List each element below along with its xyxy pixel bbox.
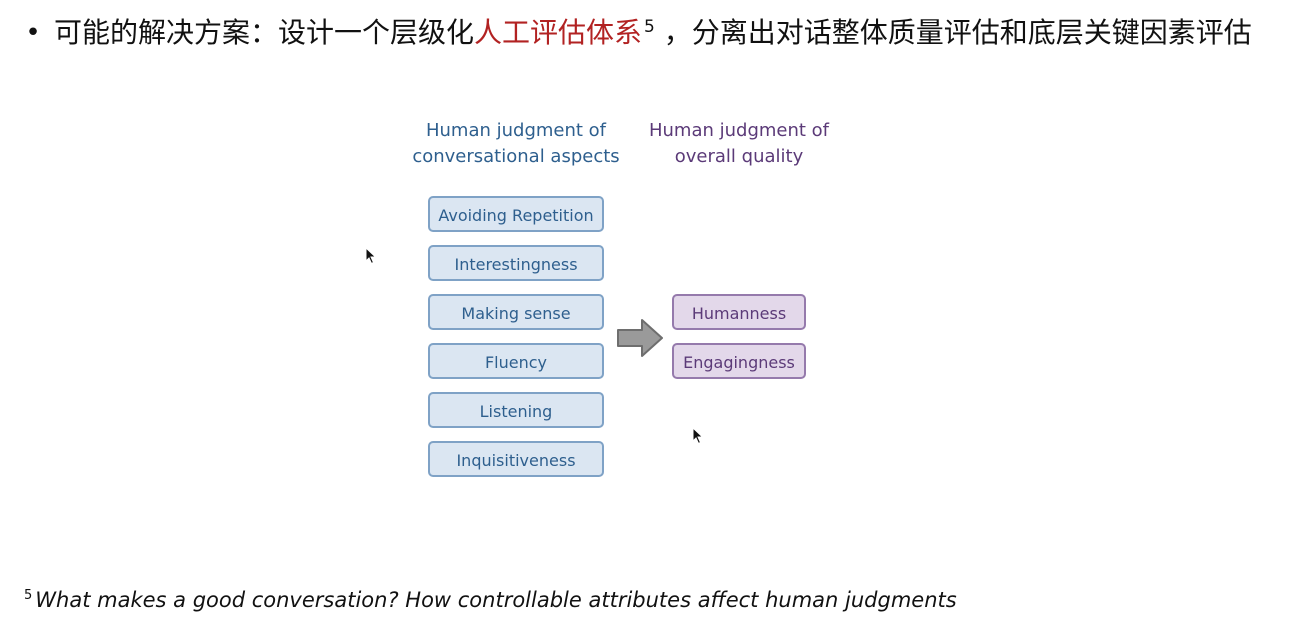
bullet-text-after: ，分离出对话整体质量评估和底层关键因素评估 (654, 16, 1252, 49)
footnote-ref: 5 (644, 16, 655, 37)
mouse-pointer-icon (365, 247, 377, 265)
aspect-box: Making sense (428, 294, 604, 330)
bullet-highlight: 人工评估体系 (474, 16, 643, 49)
quality-box: Engagingness (672, 343, 806, 379)
footnote-text: What makes a good conversation? How cont… (35, 588, 957, 612)
aspect-box: Interestingness (428, 245, 604, 281)
quality-box: Humanness (672, 294, 806, 330)
footnote-number: 5 (24, 588, 33, 603)
bullet-dot: • (25, 18, 41, 48)
aspect-box: Inquisitiveness (428, 441, 604, 477)
bullet-text-before: 可能的解决方案：设计一个层级化 (54, 16, 475, 49)
aspect-box: Avoiding Repetition (428, 196, 604, 232)
bullet-text: 可能的解决方案：设计一个层级化人工评估体系 5 ，分离出对话整体质量评估和底层关键… (54, 14, 1282, 52)
right-arrow-icon (617, 319, 663, 357)
aspect-box: Listening (428, 392, 604, 428)
aspect-box: Fluency (428, 343, 604, 379)
aspects-column-title: Human judgment of conversational aspects (412, 120, 620, 167)
bullet-point: • 可能的解决方案：设计一个层级化人工评估体系 5 ，分离出对话整体质量评估和底层… (12, 14, 1282, 52)
mouse-pointer-icon (692, 427, 704, 445)
quality-column-title: Human judgment of overall quality (648, 120, 830, 167)
footnote: 5 What makes a good conversation? How con… (24, 588, 957, 612)
